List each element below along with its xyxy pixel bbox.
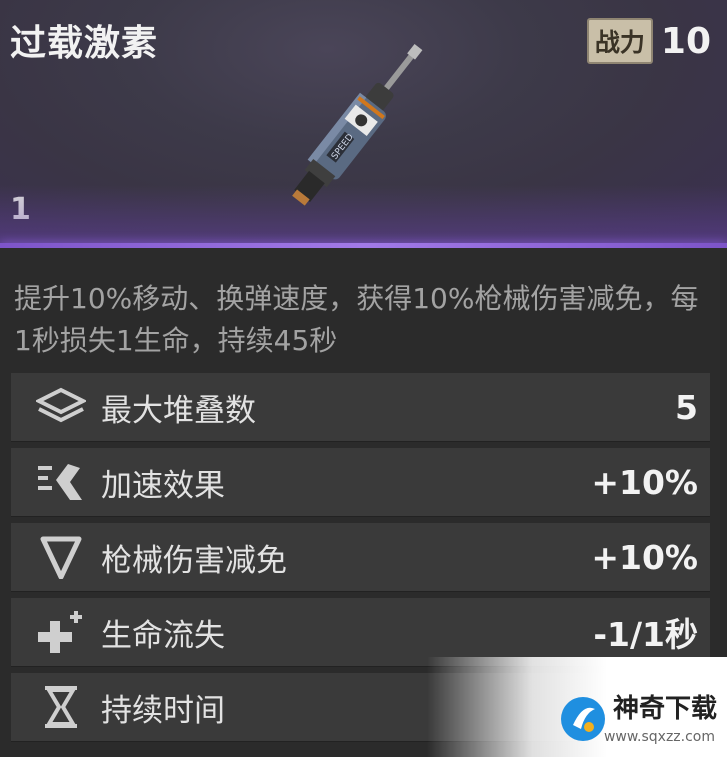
speed-icon <box>33 458 89 506</box>
power-indicator: 战力 10 <box>586 18 711 64</box>
stimulant-syringe-image: SPEED <box>292 43 423 206</box>
hourglass-icon <box>33 683 89 731</box>
power-value: 10 <box>660 20 711 62</box>
watermark-url: www.sqxzz.com <box>603 729 715 745</box>
stat-value: -1/1秒 <box>593 615 698 654</box>
health-plus-icon <box>33 608 89 656</box>
stat-row-max-stack: 最大堆叠数 5 <box>11 373 710 442</box>
stat-label: 最大堆叠数 <box>101 392 256 429</box>
stat-value: +10% <box>591 537 698 577</box>
stat-label: 生命流失 <box>101 617 225 654</box>
power-label: 战力 <box>586 18 653 64</box>
watermark-logo-icon <box>561 697 605 741</box>
watermark-name: 神奇下载 <box>612 694 717 724</box>
layers-icon <box>33 383 89 431</box>
item-header: 过载激素 战力 10 1 SPEED <box>0 0 727 245</box>
item-description: 提升10%移动、换弹速度，获得10%枪械伤害减免，每1秒损失1生命，持续45秒 <box>14 282 699 357</box>
stat-label: 加速效果 <box>101 467 225 504</box>
stat-value: 5 <box>675 387 698 427</box>
watermark-overlay: 神奇下载 www.sqxzz.com <box>427 657 727 757</box>
stat-row-damage-reduction: 枪械伤害减免 +10% <box>11 523 710 592</box>
item-count: 1 <box>10 192 31 227</box>
shield-triangle-icon <box>33 533 89 581</box>
stat-label: 枪械伤害减免 <box>101 542 287 579</box>
stat-row-speed: 加速效果 +10% <box>11 448 710 517</box>
item-title: 过载激素 <box>10 23 159 64</box>
stat-value: +10% <box>591 462 698 502</box>
